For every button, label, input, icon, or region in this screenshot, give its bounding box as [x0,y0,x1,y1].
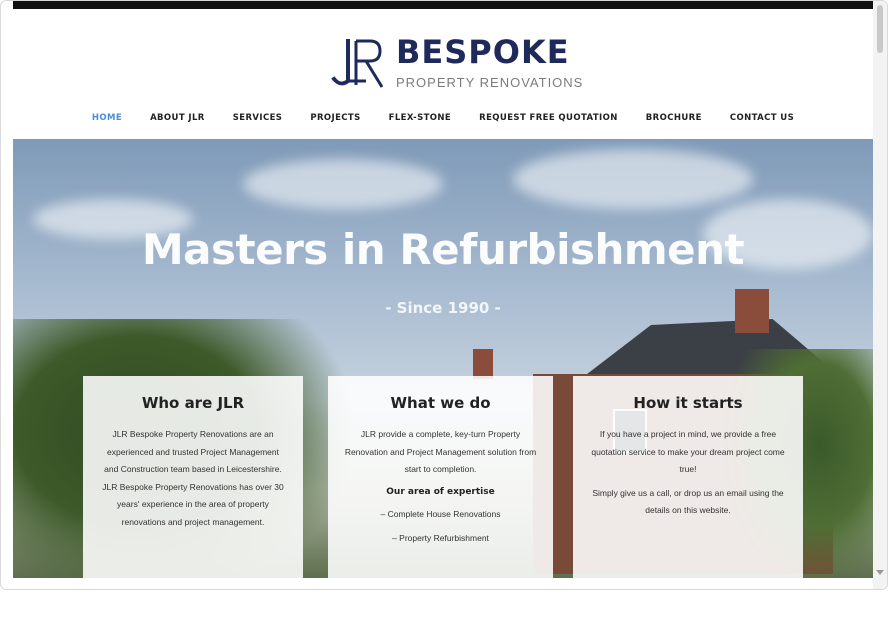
jlr-logo-mark-icon [331,39,384,88]
list-item: – Complete House Renovations [380,508,501,519]
vertical-scrollbar[interactable] [873,1,887,589]
logo-wordmark: BESPOKE [396,33,570,71]
cloud [243,159,443,209]
site-logo[interactable]: BESPOKE PROPERTY RENOVATIONS [326,33,586,97]
nav-item-flex-stone[interactable]: FLEX-STONE [375,113,465,123]
card-body: JLR Bespoke Property Renovations are an … [102,429,284,527]
site-header: BESPOKE PROPERTY RENOVATIONS HOME ABOUT … [13,9,873,139]
hero-banner: Masters in Refurbishment - Since 1990 - … [13,139,873,578]
nav-item-brochure[interactable]: BROCHURE [632,113,716,123]
nav-item-projects[interactable]: PROJECTS [296,113,374,123]
card-title: What we do [390,394,491,412]
nav-item-home[interactable]: HOME [78,113,136,123]
card-body: If you have a project in mind, we provid… [591,429,785,474]
scroll-down-arrow-icon[interactable] [876,570,884,575]
card-how-it-starts: How it starts If you have a project in m… [573,376,803,578]
browser-viewport: BESPOKE PROPERTY RENOVATIONS HOME ABOUT … [0,0,888,590]
card-what-we-do: What we do JLR provide a complete, key-t… [328,376,553,578]
card-body: JLR provide a complete, key-turn Propert… [344,429,537,474]
card-title: How it starts [633,394,743,412]
nav-item-contact[interactable]: CONTACT US [716,113,808,123]
logo-tagline: PROPERTY RENOVATIONS [396,75,584,90]
card-body-secondary: Simply give us a call, or drop us an ema… [592,487,784,516]
cloud [513,149,753,209]
nav-item-request-quotation[interactable]: REQUEST FREE QUOTATION [465,113,632,123]
nav-item-services[interactable]: SERVICES [219,113,297,123]
card-subheading: Our area of expertise [386,486,495,497]
card-who-are-jlr: Who are JLR JLR Bespoke Property Renovat… [83,376,303,578]
hero-title: Masters in Refurbishment [141,225,745,274]
top-black-bar [13,1,875,9]
nav-item-about[interactable]: ABOUT JLR [136,113,219,123]
list-item: – Property Refurbishment [392,532,489,543]
scrollbar-thumb[interactable] [877,5,883,53]
main-nav: HOME ABOUT JLR SERVICES PROJECTS FLEX-ST… [13,113,873,123]
hero-subtitle: - Since 1990 - [385,299,501,317]
card-title: Who are JLR [141,394,245,412]
